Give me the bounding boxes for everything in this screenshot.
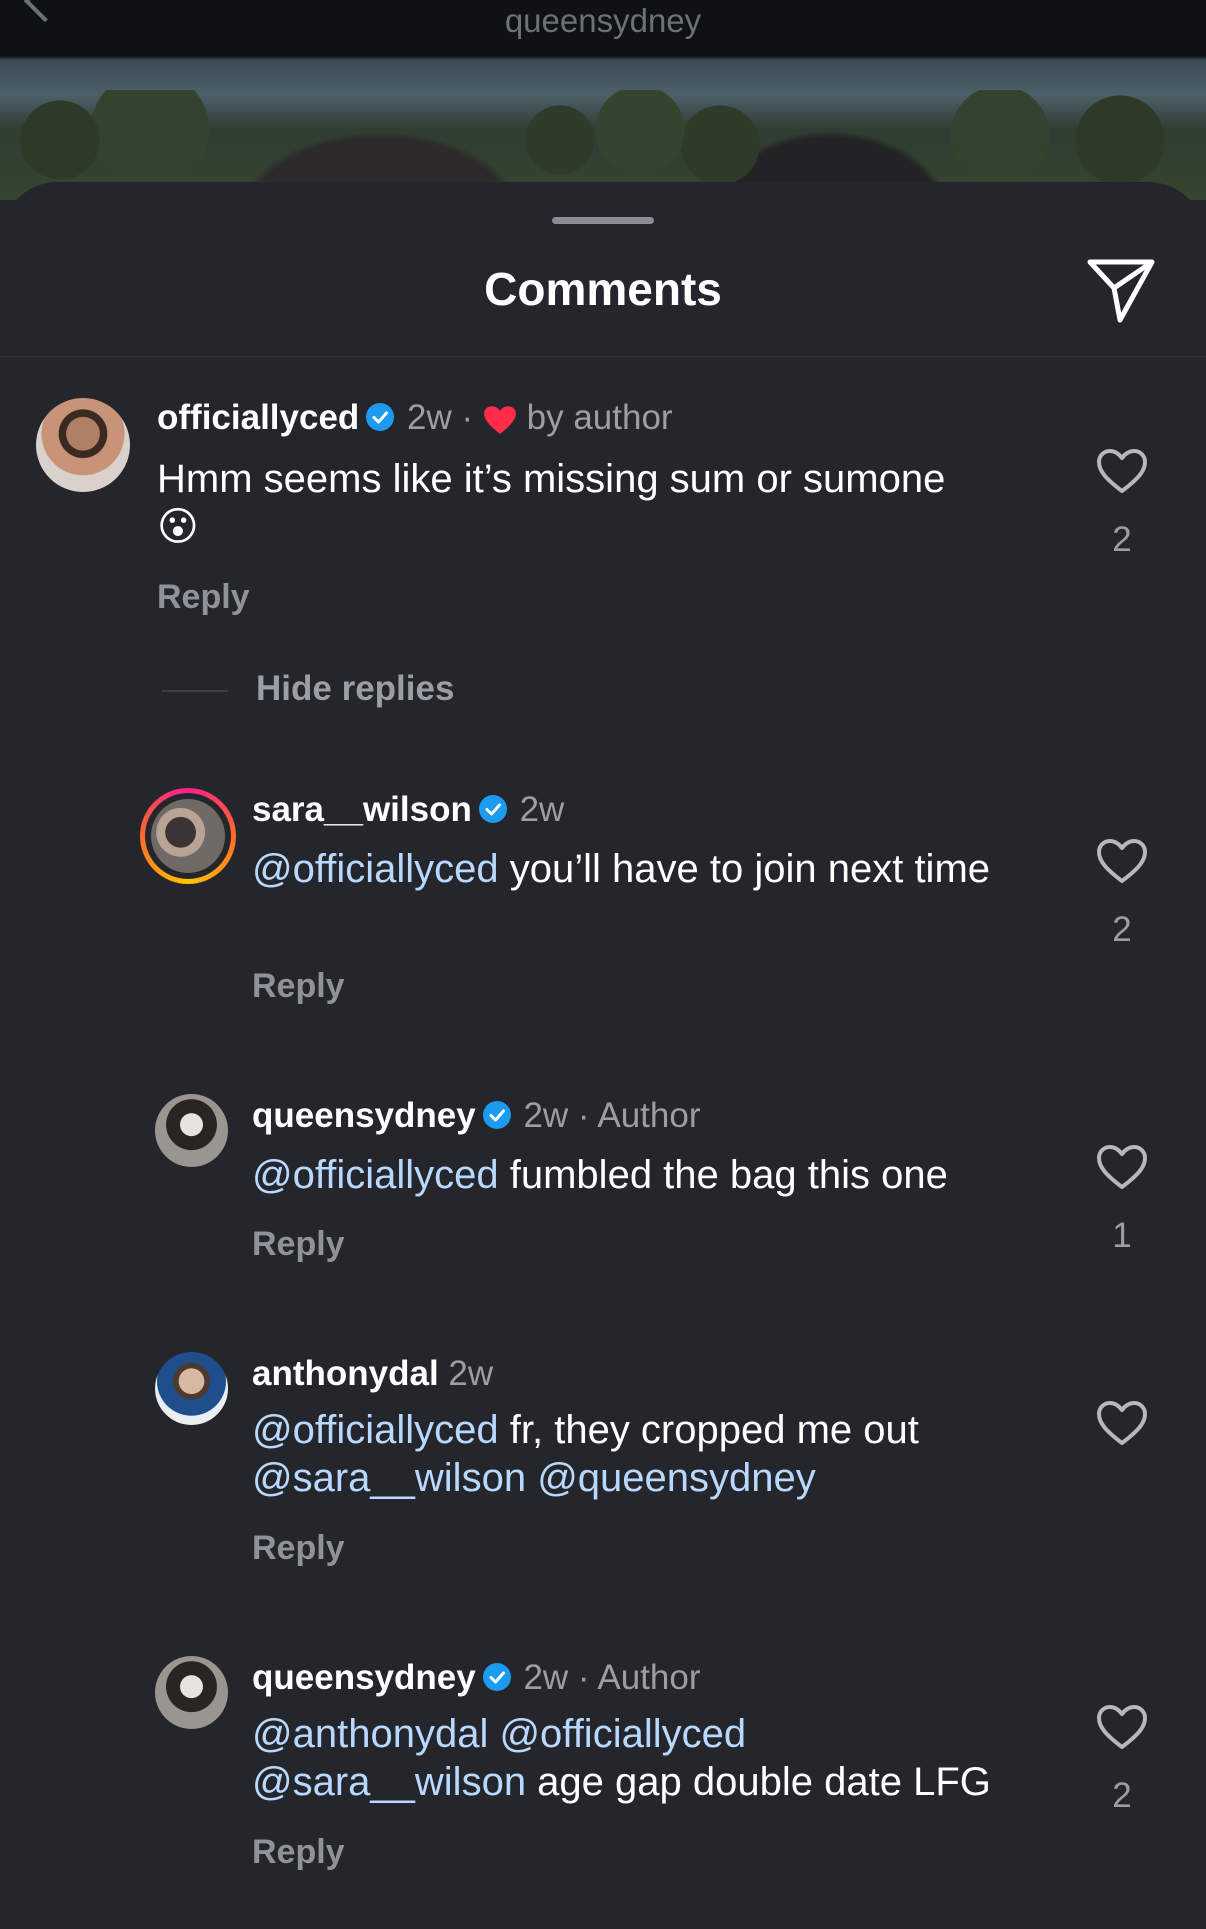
reply-button[interactable]: Reply: [252, 967, 345, 1006]
reply-button[interactable]: Reply: [252, 1833, 345, 1872]
verified-badge-icon: [482, 1663, 511, 1691]
reply-button[interactable]: Reply: [252, 1225, 345, 1264]
heart-outline-icon[interactable]: [1096, 448, 1148, 494]
avatar[interactable]: [155, 1094, 228, 1167]
username[interactable]: officiallyced: [157, 398, 359, 437]
sheet-grabber[interactable]: [552, 217, 654, 224]
heart-outline-icon[interactable]: [1096, 838, 1148, 884]
comment-meta: queensydney 2w · Author: [252, 1096, 701, 1136]
mention-link[interactable]: @officiallyced: [252, 847, 499, 891]
username[interactable]: queensydney: [252, 1096, 476, 1135]
like-count: 2: [1112, 1776, 1132, 1815]
mention-link[interactable]: @officiallyced: [499, 1712, 746, 1756]
timestamp: 2w: [523, 1658, 569, 1697]
verified-badge-icon: [482, 1101, 511, 1129]
author-badge: · Author: [577, 1096, 701, 1135]
comment-text-content: you’ll have to join next time: [498, 847, 991, 891]
verified-badge-icon: [478, 795, 507, 823]
timestamp: 2w: [519, 790, 565, 829]
comment-meta: sara__wilson 2w: [252, 790, 564, 830]
username[interactable]: sara__wilson: [252, 790, 472, 829]
comment-text-content: fumbled the bag this one: [498, 1153, 948, 1197]
separator: ·: [461, 398, 474, 437]
comment-meta: anthonydal 2w: [252, 1354, 493, 1394]
mention-link[interactable]: @sara__wilson: [252, 1760, 526, 1804]
mention-link[interactable]: @sara__wilson: [252, 1456, 526, 1500]
header-divider: [0, 356, 1206, 357]
author-badge: · Author: [577, 1658, 701, 1697]
like-count: 1: [1112, 1216, 1132, 1255]
comment-text-content: Hmm seems like it’s missing sum or sumon…: [157, 457, 946, 501]
hide-replies-line: [162, 690, 228, 692]
post-owner-title: queensydney: [504, 2, 702, 39]
avatar-story-ring[interactable]: [140, 788, 236, 884]
reply-button[interactable]: Reply: [252, 1529, 345, 1568]
emoji: 😮: [157, 505, 199, 549]
avatar[interactable]: [155, 1656, 228, 1729]
mention-link[interactable]: @anthonydal: [252, 1712, 488, 1756]
like-count: 2: [1112, 910, 1132, 949]
comment-text: Hmm seems like it’s missing sum or sumon…: [157, 455, 1027, 551]
username[interactable]: queensydney: [252, 1658, 476, 1697]
mention-link[interactable]: @officiallyced: [252, 1153, 499, 1197]
timestamp: 2w: [448, 1354, 494, 1393]
comment-text: @anthonydal @officiallyced @sara__wilson…: [252, 1710, 1072, 1806]
verified-badge-icon: [366, 403, 395, 431]
comment-text: @officiallyced you’ll have to join next …: [252, 845, 1032, 893]
timestamp: 2w: [407, 398, 452, 437]
red-heart-icon: [483, 406, 516, 434]
like-count: 2: [1112, 520, 1132, 559]
comment-meta: queensydney 2w · Author: [252, 1658, 701, 1698]
avatar[interactable]: [155, 1352, 228, 1425]
top-bar: queensydney: [0, 0, 1206, 56]
comment-text: @officiallyced fumbled the bag this one: [252, 1151, 1052, 1199]
liked-by-author-label: by author: [526, 398, 673, 437]
heart-outline-icon[interactable]: [1096, 1400, 1148, 1446]
username[interactable]: anthonydal: [252, 1354, 439, 1393]
sheet-title: Comments: [484, 263, 722, 315]
mention-link[interactable]: @officiallyced: [252, 1408, 499, 1452]
send-icon[interactable]: [1086, 258, 1156, 324]
hide-replies-button[interactable]: Hide replies: [256, 669, 454, 709]
heart-outline-icon[interactable]: [1096, 1704, 1148, 1750]
comment-text: @officiallyced fr, they cropped me out @…: [252, 1406, 1052, 1502]
mention-link[interactable]: @queensydney: [537, 1456, 816, 1500]
reply-button[interactable]: Reply: [157, 578, 250, 617]
comment-text-content: age gap double date LFG: [526, 1760, 991, 1804]
comment-meta: officiallyced 2w · by author: [157, 398, 673, 438]
avatar[interactable]: [36, 398, 130, 492]
heart-outline-icon[interactable]: [1096, 1144, 1148, 1190]
comments-sheet: Comments officiallyced 2w · by author Hm…: [0, 182, 1206, 1929]
comment-text-content: fr, they cropped me out: [498, 1408, 919, 1452]
timestamp: 2w: [523, 1096, 569, 1135]
